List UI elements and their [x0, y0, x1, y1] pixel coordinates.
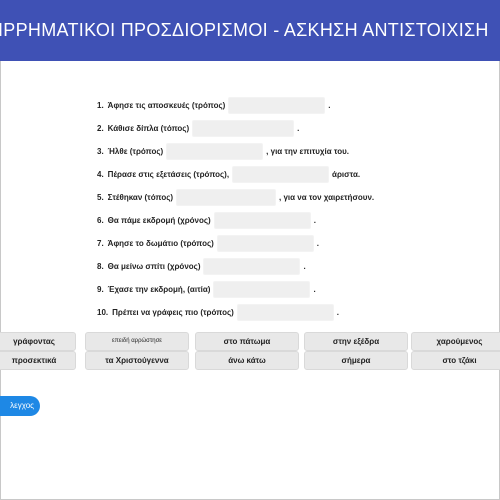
item-number: 5. [97, 192, 104, 202]
exercise-item: 3. Ήλθε (τρόπος) , για την επιτυχία του. [97, 142, 349, 160]
exercise-item: 2. Κάθισε δίπλα (τόπος) . [97, 119, 299, 137]
answer-chip[interactable]: τα Χριστούγεννα [85, 351, 189, 370]
answer-bank: γράφοντας επειδή αρρώστησε στο πάτωμα στ… [0, 330, 500, 370]
exercise-item: 5. Στέθηκαν (τόπος) , για να τον χαιρετή… [97, 188, 374, 206]
answer-chip[interactable]: άνω κάτω [195, 351, 299, 370]
item-number: 3. [97, 146, 104, 156]
item-number: 9. [97, 284, 104, 294]
answer-drop-slot[interactable] [236, 303, 334, 321]
answer-drop-slot[interactable] [166, 142, 264, 160]
answer-drop-slot[interactable] [232, 165, 330, 183]
answer-drop-slot[interactable] [216, 234, 314, 252]
item-text: Θα πάμε εκδρομή (χρόνος) [107, 215, 211, 225]
title-bar: ΙΡΡΗΜΑΤΙΚΟΙ ΠΡΟΣΔΙΟΡΙΣΜΟΙ - ΑΣΚΗΣΗ ΑΝΤΙΣ… [0, 0, 500, 61]
item-text-after: . [316, 238, 320, 248]
item-text-after: . [313, 215, 316, 225]
exercise-item: 9. Έχασε την εκδρομή, (αιτία) . [97, 280, 316, 298]
item-text-after: . [297, 123, 300, 133]
exercise-item: 1. Άφησε τις αποσκευές (τρόπος) . [97, 96, 331, 114]
answer-drop-slot[interactable] [213, 280, 311, 298]
answer-drop-slot[interactable] [228, 96, 326, 114]
item-number: 4. [97, 169, 104, 179]
item-text: Άφησε το δωμάτιο (τρόπος) [107, 238, 214, 248]
item-text-after: . [328, 100, 331, 110]
answer-drop-slot[interactable] [213, 211, 311, 229]
item-text: Θα μείνω σπίτι (χρόνος) [107, 261, 201, 271]
item-text-after: , για να τον χαιρετήσουν. [279, 192, 375, 202]
answer-drop-slot[interactable] [176, 188, 277, 206]
answer-chip[interactable]: χαρούμενος [411, 332, 500, 351]
item-number: 8. [97, 261, 104, 271]
item-text: Πέρασε στις εξετάσεις (τρόπος), [107, 169, 230, 179]
answer-drop-slot[interactable] [203, 257, 301, 275]
answer-chip[interactable]: προσεκτικά [0, 351, 76, 370]
item-text-after: . [336, 307, 340, 317]
item-text-after: . [303, 261, 306, 271]
answer-chip[interactable]: σήμερα [304, 351, 408, 370]
item-text-after: άριστα. [332, 169, 361, 179]
exercise-item: 4. Πέρασε στις εξετάσεις (τρόπος), άριστ… [97, 165, 360, 183]
page-title: ΙΡΡΗΜΑΤΙΚΟΙ ΠΡΟΣΔΙΟΡΙΣΜΟΙ - ΑΣΚΗΣΗ ΑΝΤΙΣ… [0, 20, 489, 40]
exercise-item: 6. Θα πάμε εκδρομή (χρόνος) . [97, 211, 316, 229]
item-number: 10. [97, 307, 109, 317]
answer-chip[interactable]: επειδή αρρώστησε [85, 332, 189, 351]
item-text: Ήλθε (τρόπος) [107, 146, 164, 156]
item-number: 2. [97, 123, 104, 133]
item-text-after: . [313, 284, 316, 294]
item-text: Κάθισε δίπλα (τόπος) [107, 123, 190, 133]
item-text: Άφησε τις αποσκευές (τρόπος) [107, 100, 226, 110]
item-number: 1. [97, 100, 104, 110]
answer-chip[interactable]: στο πάτωμα [195, 332, 299, 351]
answer-drop-slot[interactable] [192, 119, 295, 137]
item-number: 6. [97, 215, 104, 225]
answer-chip[interactable]: γράφοντας [0, 332, 76, 351]
item-text: Έχασε την εκδρομή, (αιτία) [107, 284, 211, 294]
check-button[interactable]: λεγχος [0, 396, 40, 416]
exercise-item: 10. Πρέπει να γράφεις πιο (τρόπος) . [97, 303, 339, 321]
exercise-item: 7. Άφησε το δωμάτιο (τρόπος) . [97, 234, 319, 252]
answer-chip[interactable]: στο τζάκι [411, 351, 500, 370]
item-text-after: , για την επιτυχία του. [266, 146, 350, 156]
answer-chip[interactable]: στην εξέδρα [304, 332, 408, 351]
item-number: 7. [97, 238, 104, 248]
exercise-item: 8. Θα μείνω σπίτι (χρόνος) . [97, 257, 306, 275]
item-text: Πρέπει να γράφεις πιο (τρόπος) [112, 307, 234, 317]
item-text: Στέθηκαν (τόπος) [107, 192, 174, 202]
